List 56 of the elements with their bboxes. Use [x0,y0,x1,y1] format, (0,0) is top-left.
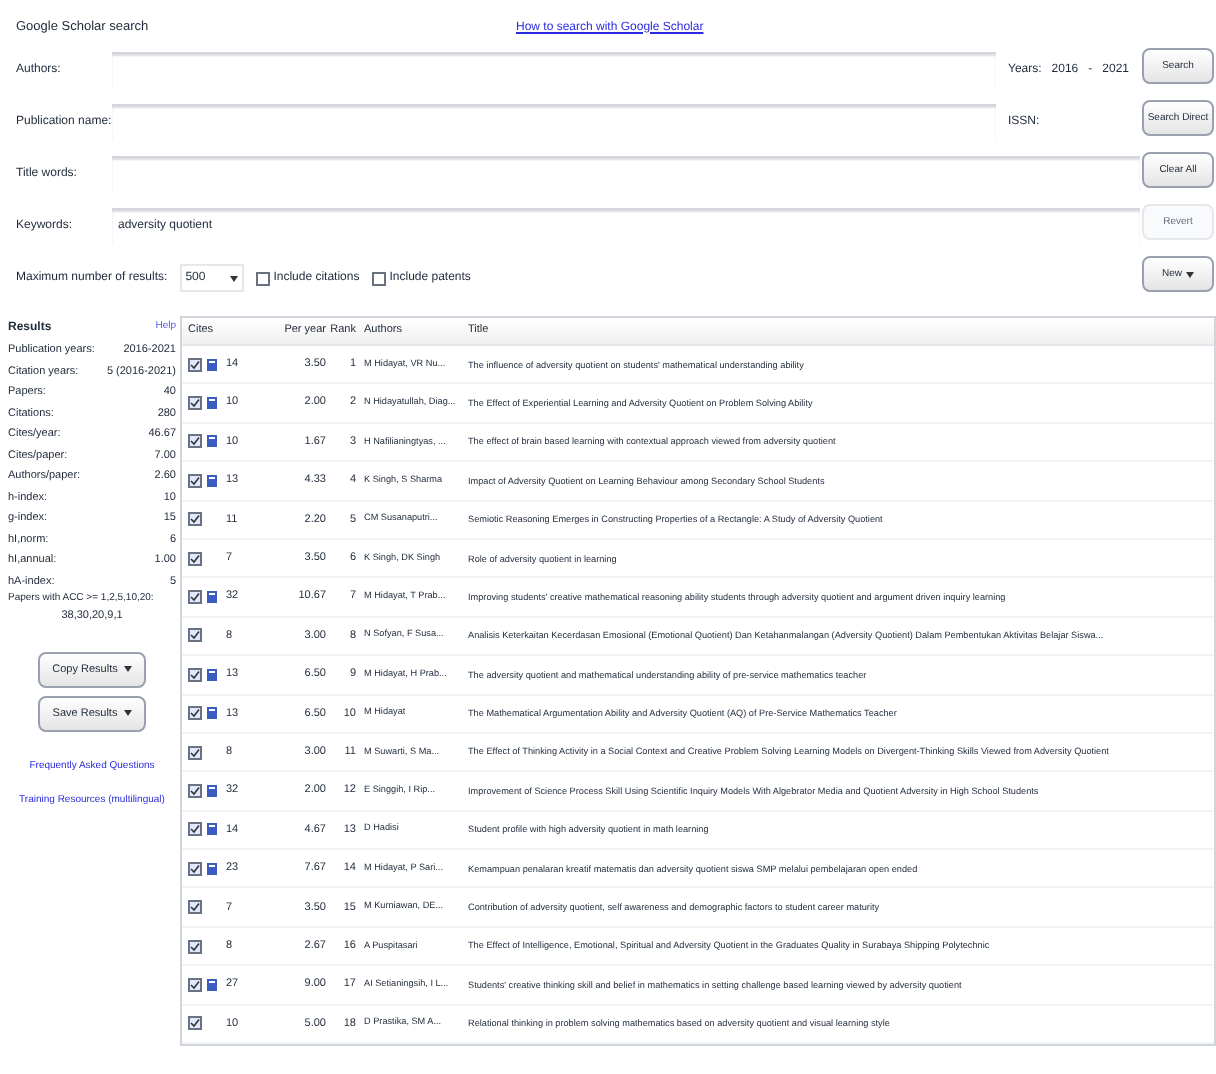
checkbox[interactable] [188,822,202,837]
checkbox[interactable] [188,396,202,411]
book-icon [206,396,218,411]
checkbox[interactable] [188,551,202,566]
caret-icon [123,710,132,717]
checkbox[interactable] [188,512,202,527]
checkbox[interactable] [188,706,202,721]
checkbox[interactable] [188,628,202,643]
checkbox[interactable] [188,939,202,954]
book-icon [206,977,218,992]
check-icon [190,785,200,796]
check-icon [190,359,200,370]
book-icon [206,590,218,605]
checkbox[interactable] [188,667,202,682]
check-icon [190,398,200,409]
checkbox[interactable] [188,357,202,372]
caret-icon [1186,271,1194,277]
checkbox[interactable] [188,745,202,760]
check-icon [190,1018,200,1029]
check-icon [190,514,200,525]
check-icon [190,592,200,603]
text-field[interactable] [112,156,1140,192]
check-icon [190,747,200,758]
check-icon [190,824,200,835]
check-icon [190,630,200,641]
book-icon [206,473,218,488]
check-icon [190,475,200,486]
book-icon [206,357,218,372]
caret-icon [229,275,238,281]
text-field[interactable] [112,104,996,140]
check-icon [190,436,200,447]
caret-icon [123,666,132,673]
check-icon [190,902,200,913]
check-icon [190,863,200,874]
checkbox[interactable] [188,1016,202,1031]
checkbox[interactable] [188,977,202,992]
checkbox[interactable] [188,434,202,449]
check-icon [190,553,200,564]
checkbox[interactable] [188,590,202,605]
check-icon [190,979,200,990]
checkbox[interactable] [255,271,270,285]
book-icon [206,822,218,837]
check-icon [190,669,200,680]
checkbox[interactable] [188,861,202,876]
check-icon [190,941,200,952]
checkbox[interactable] [188,473,202,488]
book-icon [206,783,218,798]
text-field[interactable] [112,52,996,88]
book-icon [206,861,218,876]
checkbox[interactable] [188,783,202,798]
checkbox[interactable] [188,900,202,915]
checkbox[interactable] [371,271,386,285]
book-icon [206,434,218,449]
book-icon [206,667,218,682]
book-icon [206,706,218,721]
check-icon [190,708,200,719]
